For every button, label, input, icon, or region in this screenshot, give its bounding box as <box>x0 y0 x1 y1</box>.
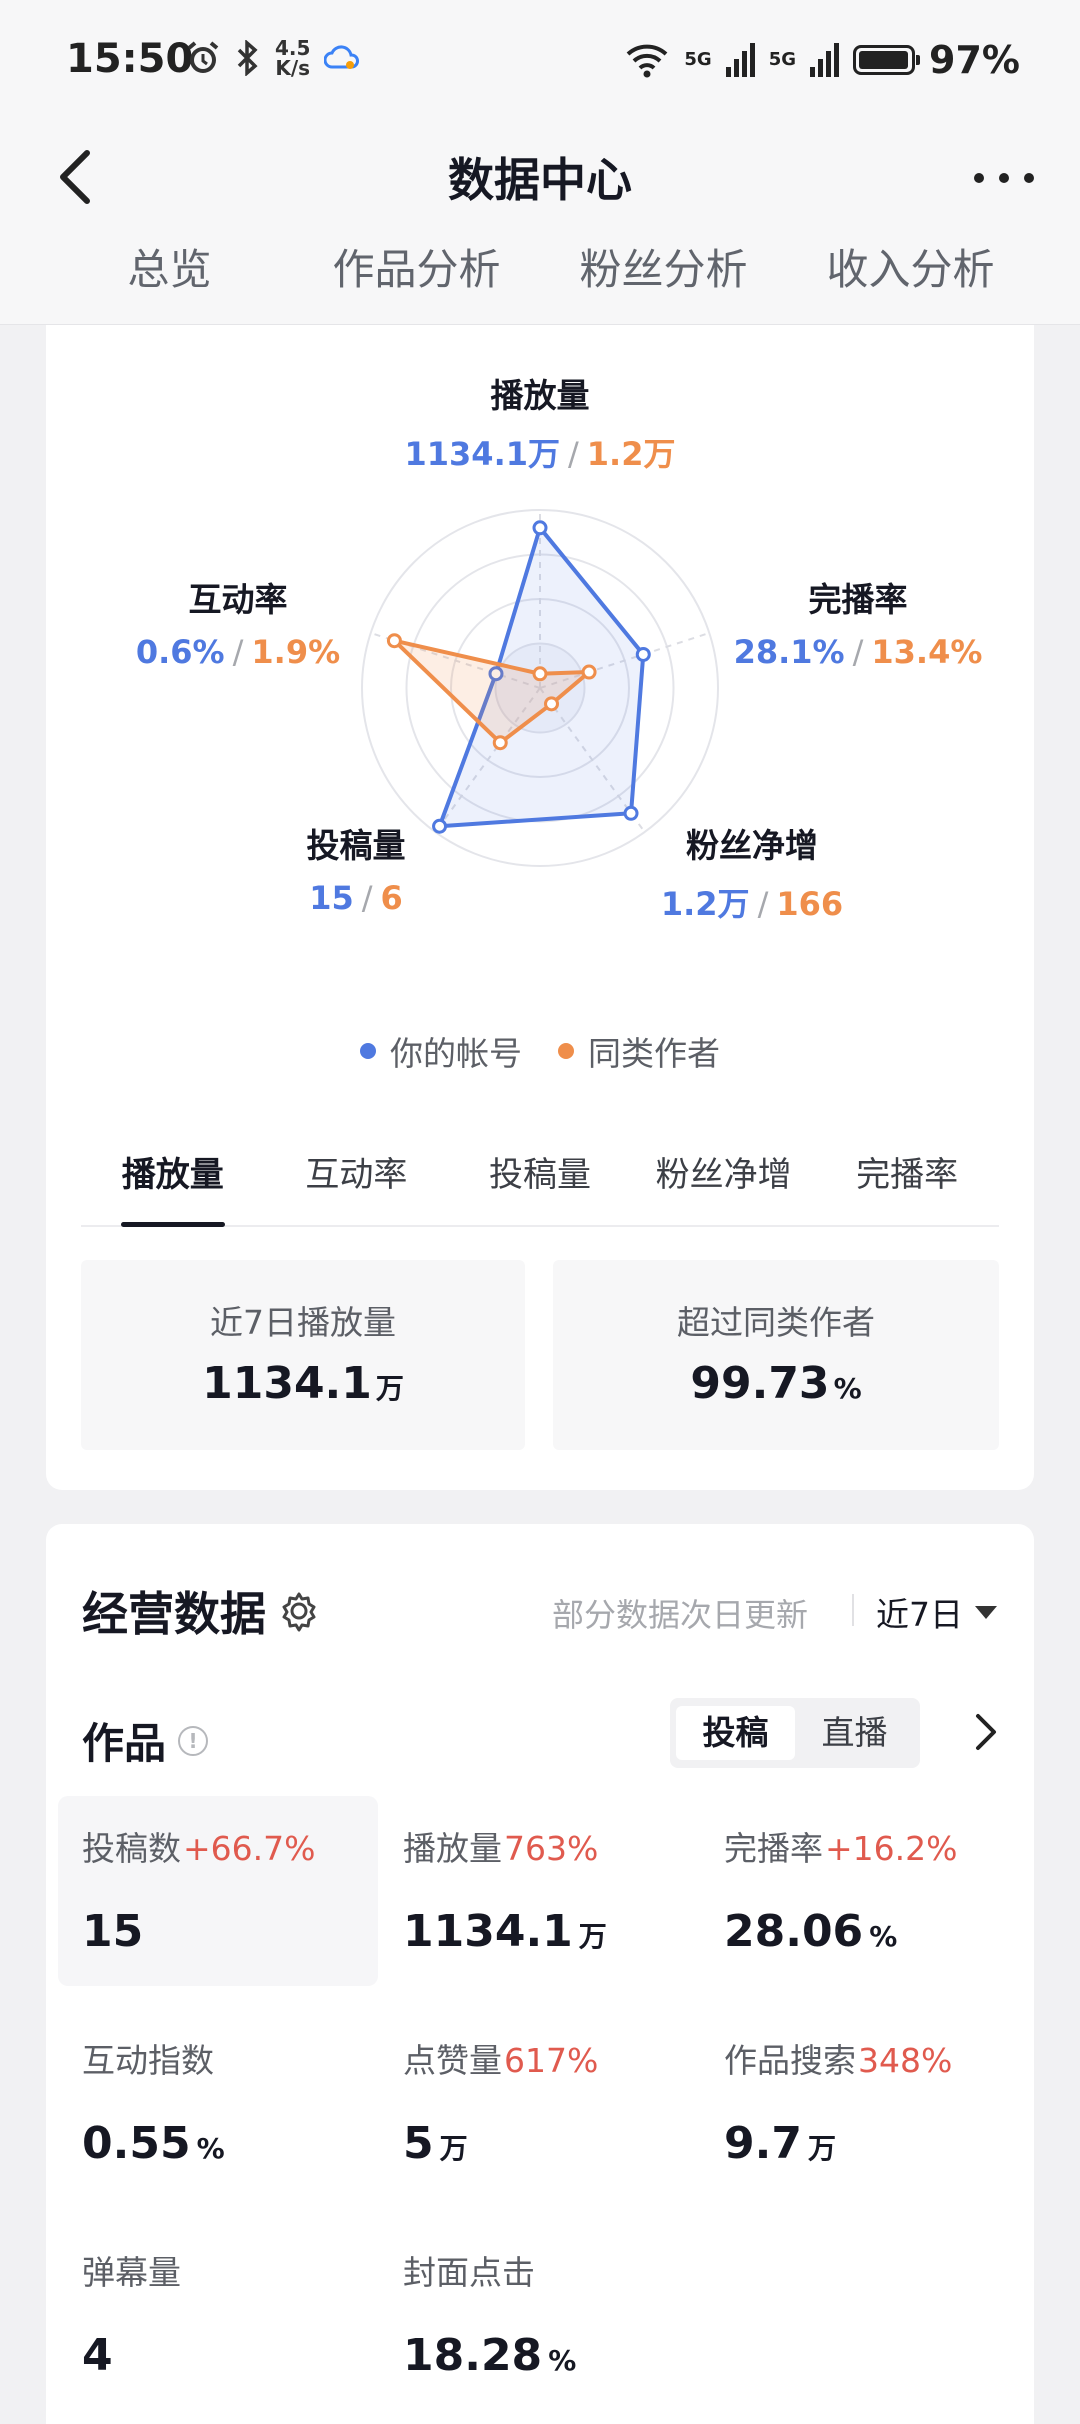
date-range-select[interactable]: 近7日 <box>876 1588 997 1636</box>
segment-live[interactable]: 直播 <box>795 1706 914 1760</box>
status-left-icons: 4.5 K/s <box>185 38 360 78</box>
metric-tab-plays[interactable]: 播放量 <box>81 1135 265 1227</box>
caret-down-icon <box>975 1605 997 1619</box>
stat-box-plays: 近7日播放量 1134.1 万 <box>81 1260 525 1450</box>
metric-works-search[interactable]: 作品搜索348% 9.7 万 <box>700 2008 1020 2198</box>
legend-peer: 同类作者 <box>558 1027 720 1075</box>
ops-title: 经营数据 <box>82 1578 320 1644</box>
radar-label-net-fans: 粉丝净增 1.2万/166 <box>660 826 844 923</box>
top-tabs: 总览 作品分析 粉丝分析 收入分析 <box>0 224 1080 325</box>
network-type-2: 5G <box>768 49 797 70</box>
status-time: 15:50 <box>66 36 194 82</box>
works-title: 作品 ! <box>82 1710 209 1771</box>
radar-label-interaction: 互动率 0.6%/1.9% <box>135 580 341 671</box>
bluetooth-icon <box>237 40 258 76</box>
radar-point-peer <box>532 666 548 682</box>
radar-point-peer <box>386 633 402 649</box>
page-title: 数据中心 <box>448 153 632 207</box>
stat-box-rank: 超过同类作者 99.73% <box>553 1260 999 1450</box>
cloud-sync-icon <box>324 45 360 69</box>
status-bar: 15:50 4.5 K/s 5G 5G 97% <box>0 0 1080 128</box>
metric-tabs: 播放量 互动率 投稿量 粉丝净增 完播率 <box>81 1135 999 1227</box>
metric-tab-posts[interactable]: 投稿量 <box>448 1135 632 1225</box>
radar-point-mine <box>532 520 548 536</box>
info-icon[interactable]: ! <box>178 1725 209 1756</box>
battery-icon <box>853 45 921 75</box>
tab-income-analysis[interactable]: 收入分析 <box>787 224 1034 324</box>
network-speed: 4.5 K/s <box>275 36 311 80</box>
radar-legend: 你的帐号 同类作者 <box>46 1027 1034 1075</box>
ops-update-note: 部分数据次日更新 <box>552 1596 809 1634</box>
radar-label-completion: 完播率 28.1%/13.4% <box>733 580 983 671</box>
status-right-icons: 5G 5G 97% <box>624 38 1020 82</box>
radar-point-mine <box>623 805 639 821</box>
metric-likes[interactable]: 点赞量617% 5万 <box>379 2008 699 2198</box>
radar-point-mine <box>635 646 651 662</box>
radar-label-posts: 投稿量 15/6 <box>306 826 406 917</box>
more-dots-icon <box>974 173 984 183</box>
ops-divider <box>852 1594 854 1626</box>
network-type-1: 5G <box>684 49 712 70</box>
metric-tab-net-fans[interactable]: 粉丝净增 <box>632 1135 816 1225</box>
battery-percent: 97% <box>929 38 1020 82</box>
radar-point-peer <box>492 735 508 751</box>
legend-mine: 你的帐号 <box>360 1027 522 1075</box>
tab-works-analysis[interactable]: 作品分析 <box>293 224 540 324</box>
signal-bars-1-icon <box>725 43 755 77</box>
tab-overview[interactable]: 总览 <box>46 224 293 324</box>
wifi-icon <box>627 44 668 78</box>
radar-label-plays: 播放量 1134.1万/1.2万 <box>404 376 676 473</box>
alarm-icon <box>187 41 219 73</box>
metric-plays[interactable]: 播放量763% 1134.1 万 <box>379 1796 699 1986</box>
metric-interaction-index[interactable]: 互动指数 0.55% <box>58 2008 378 2198</box>
header: 数据中心 <box>0 128 1080 224</box>
metric-posts-count[interactable]: 投稿数+66.7% 15 <box>58 1796 378 1986</box>
overview-card: 播放量 1134.1万/1.2万 完播率 28.1%/13.4% 粉丝净增 1.… <box>46 325 1034 1490</box>
metric-tab-interaction[interactable]: 互动率 <box>265 1135 449 1225</box>
radar-point-peer <box>581 664 597 680</box>
gear-icon[interactable] <box>278 1590 320 1632</box>
operations-card: 经营数据 部分数据次日更新 近7日 作品 ! 投稿 直播 投稿数+66.7% 1… <box>46 1524 1034 2424</box>
tab-fans-analysis[interactable]: 粉丝分析 <box>540 224 787 324</box>
segment-posts[interactable]: 投稿 <box>676 1706 795 1760</box>
more-button[interactable] <box>974 158 1034 198</box>
signal-bars-2-icon <box>810 43 840 77</box>
metric-tab-completion[interactable]: 完播率 <box>815 1135 999 1225</box>
works-segment: 投稿 直播 <box>670 1698 920 1768</box>
chevron-right-icon[interactable] <box>966 1710 1006 1754</box>
metric-completion[interactable]: 完播率+16.2% 28.06% <box>700 1796 1020 1986</box>
radar-point-peer <box>544 696 560 712</box>
